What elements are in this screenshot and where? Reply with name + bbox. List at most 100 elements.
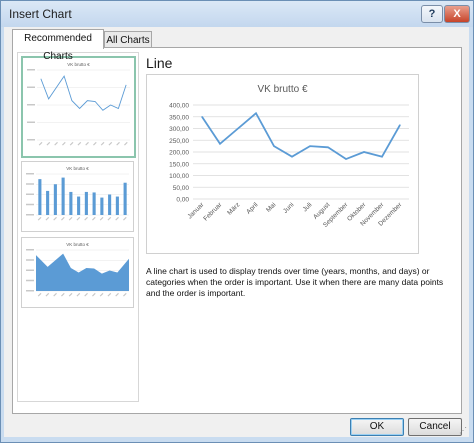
thumbnail-x-tick — [107, 216, 112, 221]
x-tick-label: Februar — [202, 201, 224, 223]
thumbnail-tick — [27, 139, 35, 141]
y-tick-label: 50,00 — [173, 185, 190, 192]
thumbnail-x-tick — [100, 141, 105, 146]
thumbnail-x-tick — [84, 292, 88, 297]
y-tick-label: 0,00 — [176, 197, 189, 204]
tab-recommended-charts[interactable]: Recommended Charts — [12, 29, 104, 62]
thumbnail-x-tick — [115, 292, 119, 297]
title-bar: Insert Chart ? X — [1, 1, 473, 27]
y-tick-label: 400,00 — [169, 103, 189, 110]
thumbnail-x-tick — [54, 141, 58, 146]
thumbnail-list[interactable]: VK brutto € VK brutto € VK brutto € — [17, 52, 139, 402]
chart-preview: VK brutto € 400,00 350,00 300,00 250,00 200,0… — [146, 74, 419, 254]
thumbnail-x-tick — [76, 292, 81, 297]
thumbnail-bar — [92, 192, 96, 215]
thumbnail-x-tick — [68, 216, 73, 221]
thumbnail-bar — [123, 182, 127, 215]
thumbnail-x-tick — [68, 292, 73, 297]
dialog-body: Recommended Charts All Charts VK brutto … — [4, 27, 469, 437]
thumbnail-tick — [26, 279, 34, 282]
y-tick-label: 150,00 — [169, 161, 189, 168]
thumbnail-tick — [26, 183, 34, 185]
thumbnail-x-tick — [115, 216, 119, 221]
data-point — [363, 151, 365, 153]
thumbnail-tick — [26, 214, 34, 216]
y-tick-label: 200,00 — [169, 150, 189, 157]
y-tick-label: 300,00 — [169, 126, 189, 133]
thumbnail-x-tick — [84, 216, 88, 221]
thumbnail-area-chart[interactable]: VK brutto € — [21, 237, 134, 308]
cancel-button[interactable]: Cancel — [408, 418, 462, 436]
thumbnail-x-tick — [92, 216, 96, 221]
thumbnail-bar — [69, 191, 73, 215]
data-point — [273, 145, 275, 147]
y-tick-label: 250,00 — [169, 138, 189, 145]
y-tick-label: 100,00 — [169, 173, 189, 180]
chart-title: VK brutto € — [257, 84, 307, 95]
thumbnail-x-tick — [92, 292, 96, 297]
thumbnail-tick — [26, 203, 34, 206]
thumbnail-bar — [100, 197, 104, 215]
thumbnail-bar-chart[interactable]: VK brutto € — [21, 161, 134, 232]
thumbnail-x-tick — [38, 141, 43, 146]
thumbnail-bar-preview: VK brutto € — [26, 166, 129, 221]
thumbnail-bar — [115, 196, 119, 215]
thumbnail-line-preview: VK brutto € — [27, 62, 130, 146]
data-point — [291, 156, 293, 158]
thumbnail-tick — [27, 86, 35, 88]
thumbnail-tick — [27, 121, 35, 123]
thumbnail-bar — [61, 177, 65, 215]
thumbnail-x-tick — [69, 141, 74, 146]
thumbnail-x-tick — [107, 292, 112, 297]
thumbnail-area-preview: VK brutto € — [26, 242, 129, 297]
data-point — [345, 158, 347, 160]
thumbnail-title: VK brutto € — [66, 166, 89, 171]
thumbnail-tick — [26, 269, 34, 271]
thumbnail-x-tick — [45, 216, 50, 221]
thumbnail-x-tick — [85, 141, 89, 146]
thumbnail-x-tick — [45, 292, 50, 297]
thumbnail-line-chart[interactable]: VK brutto € — [21, 56, 136, 158]
thumbnail-x-tick — [62, 141, 66, 146]
thumbnail-x-tick — [108, 141, 113, 146]
thumbnail-x-tick — [99, 292, 104, 297]
thumbnail-x-tick — [123, 216, 127, 221]
resize-grip-icon[interactable]: ⋰ — [459, 427, 467, 435]
data-point — [237, 127, 239, 130]
ok-button[interactable]: OK — [350, 418, 404, 436]
thumbnail-bar — [84, 191, 88, 215]
window-title: Insert Chart — [9, 7, 72, 21]
thumbnail-x-tick — [53, 216, 57, 221]
x-tick-label: März — [226, 201, 241, 216]
thumbnail-tick — [26, 290, 34, 292]
thumbnail-bar — [53, 184, 57, 215]
x-tick-label: Juli — [302, 201, 314, 213]
x-tick-label: Juni — [282, 201, 295, 214]
thumbnail-bar — [38, 179, 42, 215]
data-point — [381, 156, 383, 158]
data-point — [255, 112, 257, 114]
tab-all-charts[interactable]: All Charts — [104, 31, 152, 48]
insert-chart-dialog: Insert Chart ? X Recommended Charts All … — [0, 0, 474, 443]
thumbnail-x-tick — [123, 292, 127, 297]
line-chart: VK brutto € 400,00 350,00 300,00 250,00 200,0… — [169, 84, 409, 229]
thumbnail-x-tick — [99, 216, 104, 221]
thumbnail-x-tick — [61, 216, 65, 221]
thumbnail-x-tick — [46, 141, 51, 146]
thumbnail-tick — [27, 104, 35, 106]
thumbnail-x-tick — [116, 141, 120, 146]
thumbnail-x-tick — [76, 216, 81, 221]
chart-type-title: Line — [146, 55, 173, 71]
data-point — [219, 143, 221, 145]
thumbnail-x-tick — [124, 141, 128, 146]
thumbnail-x-tick — [93, 141, 97, 146]
close-button[interactable]: X — [444, 5, 470, 23]
thumbnail-x-tick — [77, 141, 82, 146]
thumbnail-tick — [26, 193, 34, 195]
thumbnail-x-tick — [37, 292, 42, 297]
data-point — [327, 146, 329, 148]
x-tick-label: April — [245, 201, 260, 216]
data-point — [309, 145, 311, 147]
thumbnail-bar — [46, 190, 50, 215]
help-button[interactable]: ? — [421, 5, 443, 23]
